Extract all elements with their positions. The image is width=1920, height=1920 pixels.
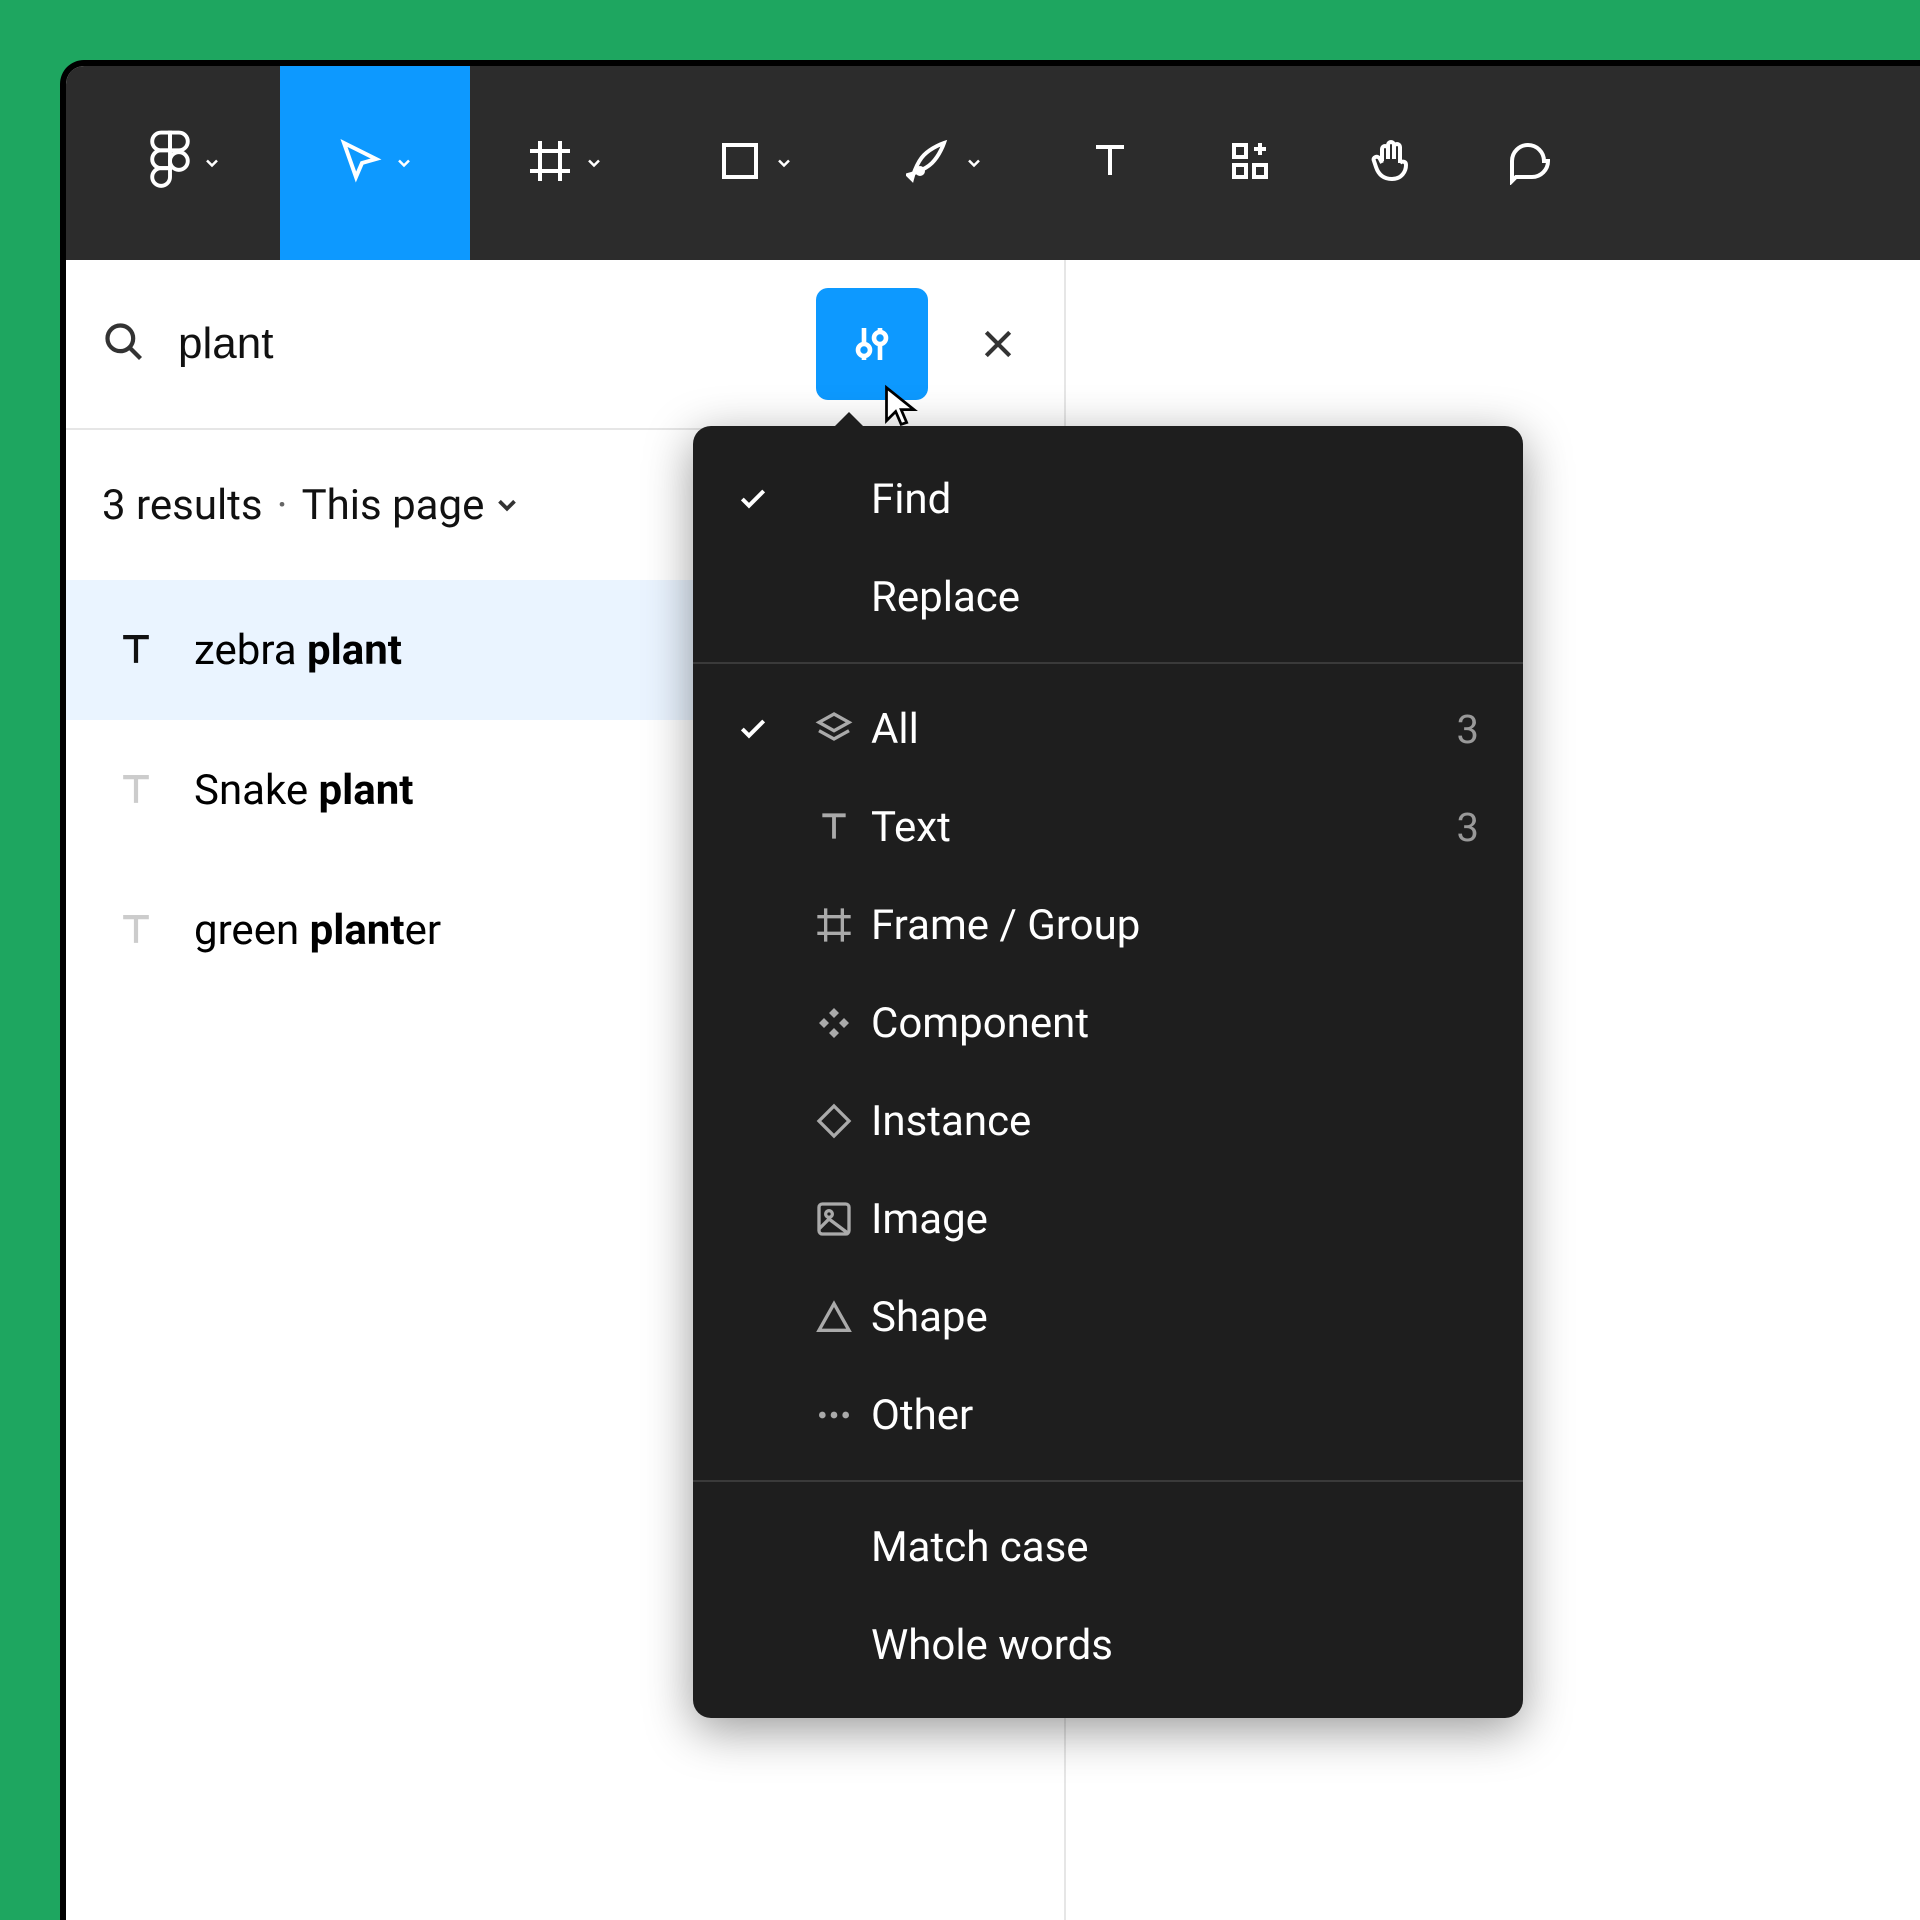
dropdown-mode-item[interactable]: Replace: [693, 548, 1523, 646]
text-layer-icon: [114, 768, 158, 812]
figma-logo-icon: [148, 129, 192, 197]
scope-label: This page: [302, 481, 485, 530]
close-search-button[interactable]: [968, 314, 1028, 374]
scope-dropdown[interactable]: This page: [302, 481, 523, 530]
mouse-cursor: [881, 384, 925, 428]
search-settings-dropdown: Find Replace All 3 Text 3 Frame / Group …: [693, 426, 1523, 1718]
rectangle-icon: [716, 137, 764, 189]
frame-icon: [526, 137, 574, 189]
text-icon: [797, 807, 871, 847]
layers-icon: [797, 709, 871, 749]
dropdown-filter-item[interactable]: All 3: [693, 680, 1523, 778]
result-label: zebra plant: [194, 626, 402, 675]
dropdown-filter-item[interactable]: Frame / Group: [693, 876, 1523, 974]
text-icon: [1086, 137, 1134, 189]
chevron-down-icon: [202, 153, 222, 173]
hand-icon: [1366, 137, 1414, 189]
dropdown-item-label: Instance: [871, 1097, 1479, 1146]
dropdown-item-count: 3: [1457, 706, 1479, 753]
pen-tool-button[interactable]: [850, 66, 1040, 260]
text-tool-button[interactable]: [1040, 66, 1180, 260]
pen-icon: [906, 137, 954, 189]
search-icon: [102, 320, 146, 368]
chevron-down-icon: [964, 153, 984, 173]
dropdown-item-label: Text: [871, 803, 1457, 852]
check-icon: [737, 483, 797, 515]
dropdown-filter-item[interactable]: Instance: [693, 1072, 1523, 1170]
dropdown-mode-item[interactable]: Find: [693, 450, 1523, 548]
results-count: 3 results: [102, 481, 263, 530]
move-tool-button[interactable]: [280, 66, 470, 260]
hand-tool-button[interactable]: [1320, 66, 1460, 260]
text-layer-icon: [114, 628, 158, 672]
chevron-down-icon: [492, 490, 522, 520]
cursor-icon: [336, 137, 384, 189]
dropdown-filter-item[interactable]: Shape: [693, 1268, 1523, 1366]
component-icon: [797, 1003, 871, 1043]
dropdown-item-label: Find: [871, 475, 1479, 524]
dropdown-item-label: All: [871, 705, 1457, 754]
text-layer-icon: [114, 908, 158, 952]
dropdown-option-item[interactable]: Match case: [693, 1498, 1523, 1596]
dropdown-item-label: Replace: [871, 573, 1479, 622]
dropdown-item-count: 3: [1457, 804, 1479, 851]
shape-icon: [797, 1297, 871, 1337]
other-icon: [797, 1395, 871, 1435]
dropdown-filter-item[interactable]: Other: [693, 1366, 1523, 1464]
dropdown-filter-item[interactable]: Text 3: [693, 778, 1523, 876]
comment-tool-button[interactable]: [1460, 66, 1600, 260]
dropdown-item-label: Image: [871, 1195, 1479, 1244]
search-input[interactable]: [178, 319, 816, 369]
resources-button[interactable]: [1180, 66, 1320, 260]
comment-icon: [1506, 137, 1554, 189]
dropdown-item-label: Component: [871, 999, 1479, 1048]
dropdown-item-label: Other: [871, 1391, 1479, 1440]
dropdown-separator: [693, 1480, 1523, 1482]
resources-icon: [1226, 137, 1274, 189]
dropdown-item-label: Shape: [871, 1293, 1479, 1342]
dropdown-item-label: Match case: [871, 1523, 1479, 1572]
dropdown-item-label: Frame / Group: [871, 901, 1479, 950]
chevron-down-icon: [394, 153, 414, 173]
separator-dot: ·: [277, 481, 288, 530]
instance-icon: [797, 1101, 871, 1141]
frame-icon: [797, 905, 871, 945]
toolbar: [66, 66, 1920, 260]
result-label: Snake plant: [194, 766, 414, 815]
chevron-down-icon: [584, 153, 604, 173]
shape-tool-button[interactable]: [660, 66, 850, 260]
dropdown-option-item[interactable]: Whole words: [693, 1596, 1523, 1694]
image-icon: [797, 1199, 871, 1239]
dropdown-separator: [693, 662, 1523, 664]
dropdown-filter-item[interactable]: Image: [693, 1170, 1523, 1268]
figma-menu-button[interactable]: [90, 66, 280, 260]
dropdown-filter-item[interactable]: Component: [693, 974, 1523, 1072]
app-window: 3 results · This page zebra plant Snake …: [60, 60, 1920, 1920]
check-icon: [737, 713, 797, 745]
result-label: green planter: [194, 906, 441, 955]
frame-tool-button[interactable]: [470, 66, 660, 260]
chevron-down-icon: [774, 153, 794, 173]
dropdown-item-label: Whole words: [871, 1621, 1479, 1670]
